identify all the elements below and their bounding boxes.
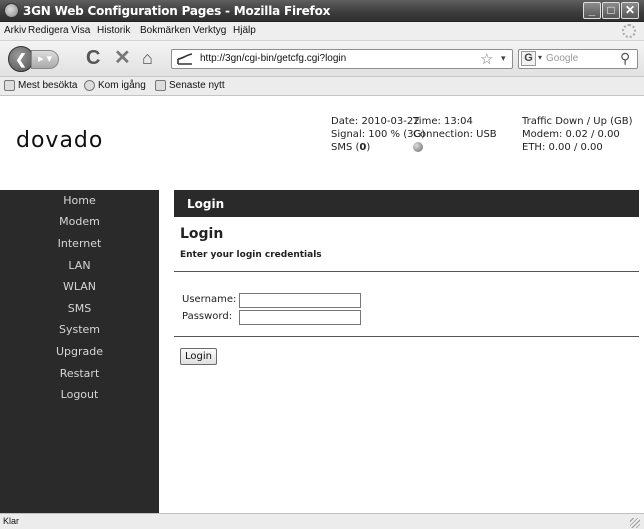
search-engine-icon[interactable]: G (521, 51, 536, 66)
throbber-icon (622, 24, 636, 38)
bookmark-folder-icon (4, 80, 15, 91)
forward-button[interactable]: ▸ ▾ (31, 50, 59, 69)
menu-bokmarken[interactable]: Bokmärken (140, 25, 191, 36)
search-bar[interactable]: G ▾ Google ⚲ (518, 49, 638, 69)
firefox-icon (4, 3, 19, 18)
page-header: dovado Date: 2010-03-22 Signal: 100 % (3… (0, 96, 644, 186)
menu-bar: Arkiv Redigera Visa Historik Bokmärken V… (0, 22, 644, 41)
date-text: Date: 2010-03-22 (331, 116, 420, 127)
menu-hjalp[interactable]: Hjälp (233, 25, 256, 36)
sidebar-item-wlan[interactable]: WLAN (0, 280, 159, 293)
eth-traffic-text: ETH: 0.00 / 0.00 (522, 142, 603, 153)
sidebar-item-restart[interactable]: Restart (0, 367, 159, 380)
reload-button[interactable]: C (86, 48, 100, 68)
resize-grip-icon[interactable] (630, 518, 640, 528)
login-instructions: Enter your login credentials (180, 250, 322, 260)
sidebar-item-upgrade[interactable]: Upgrade (0, 345, 159, 358)
connection-text: Connection: USB (413, 129, 497, 140)
bookmark-kom-igang[interactable]: Kom igång (98, 80, 146, 91)
bookmark-mest-besokta[interactable]: Mest besökta (18, 80, 77, 91)
username-label: Username: (182, 294, 237, 305)
url-history-dropdown-icon[interactable]: ▾ (501, 53, 506, 64)
menu-visa[interactable]: Visa (71, 25, 90, 36)
password-field[interactable] (239, 310, 361, 325)
site-identity-icon[interactable] (176, 52, 194, 66)
sidebar-nav: Home Modem Internet LAN WLAN SMS System … (0, 190, 159, 513)
menu-arkiv[interactable]: Arkiv (4, 25, 26, 36)
window-titlebar: 3GN Web Configuration Pages - Mozilla Fi… (0, 0, 644, 22)
bookmarks-toolbar: Mest besökta Kom igång Senaste nytt (0, 77, 644, 96)
close-window-button[interactable]: ✕ (621, 2, 639, 19)
sidebar-item-lan[interactable]: LAN (0, 259, 159, 272)
minimize-button[interactable]: _ (583, 2, 601, 19)
status-column-3: Traffic Down / Up (GB) Modem: 0.02 / 0.0… (522, 115, 633, 154)
url-text[interactable]: http://3gn/cgi-bin/getcfg.cgi?login (200, 53, 346, 64)
username-field[interactable] (239, 293, 361, 308)
search-icon[interactable]: ⚲ (620, 50, 630, 67)
bookmark-senaste-nytt[interactable]: Senaste nytt (169, 80, 225, 91)
window-title: 3GN Web Configuration Pages - Mozilla Fi… (23, 4, 331, 18)
page-icon (177, 53, 193, 65)
connection-status-icon (413, 142, 423, 152)
firefox-bookmark-icon (84, 80, 95, 91)
sidebar-item-modem[interactable]: Modem (0, 215, 159, 228)
logo-graphic: dovado (16, 128, 103, 153)
sidebar-item-internet[interactable]: Internet (0, 237, 159, 250)
sidebar-item-home[interactable]: Home (0, 194, 159, 207)
maximize-button[interactable]: □ (602, 2, 620, 19)
web-page: dovado Date: 2010-03-22 Signal: 100 % (3… (0, 96, 644, 513)
bookmark-star-icon[interactable]: ☆ (480, 50, 493, 68)
modem-traffic-text: Modem: 0.02 / 0.00 (522, 129, 620, 140)
status-text: Klar (3, 516, 20, 526)
status-column-1: Date: 2010-03-22 Signal: 100 % (3G) SMS … (331, 115, 425, 154)
home-button[interactable]: ⌂ (142, 48, 153, 68)
menu-historik[interactable]: Historik (97, 25, 130, 36)
sidebar-item-system[interactable]: System (0, 323, 159, 336)
page-title: Login (180, 226, 224, 242)
password-label: Password: (182, 311, 233, 322)
address-bar[interactable]: http://3gn/cgi-bin/getcfg.cgi?login ☆ ▾ (171, 49, 513, 69)
dovado-logo: dovado (16, 128, 146, 156)
sms-text: SMS (0) (331, 142, 371, 153)
sidebar-item-sms[interactable]: SMS (0, 302, 159, 315)
menu-verktyg[interactable]: Verktyg (193, 25, 226, 36)
signal-text: Signal: 100 % (3G) (331, 129, 426, 140)
time-text: Time: 13:04 (413, 116, 473, 127)
navigation-toolbar: ❮ ▸ ▾ C ✕ ⌂ http://3gn/cgi-bin/getcfg.cg… (0, 41, 644, 77)
search-engine-dropdown-icon[interactable]: ▾ (538, 53, 542, 62)
search-input[interactable]: Google (546, 53, 578, 64)
menu-redigera[interactable]: Redigera (28, 25, 69, 36)
status-bar: Klar (0, 513, 644, 529)
divider-top (174, 271, 639, 272)
divider-bottom (174, 336, 639, 337)
rss-feed-icon (155, 80, 166, 91)
logo-text: dovado (16, 129, 103, 153)
status-column-2: Time: 13:04 Connection: USB (413, 115, 497, 156)
sidebar-item-logout[interactable]: Logout (0, 388, 159, 401)
stop-button[interactable]: ✕ (114, 48, 131, 68)
traffic-title: Traffic Down / Up (GB) (522, 116, 633, 127)
login-button[interactable]: Login (180, 348, 217, 365)
login-banner: Login (174, 190, 639, 217)
